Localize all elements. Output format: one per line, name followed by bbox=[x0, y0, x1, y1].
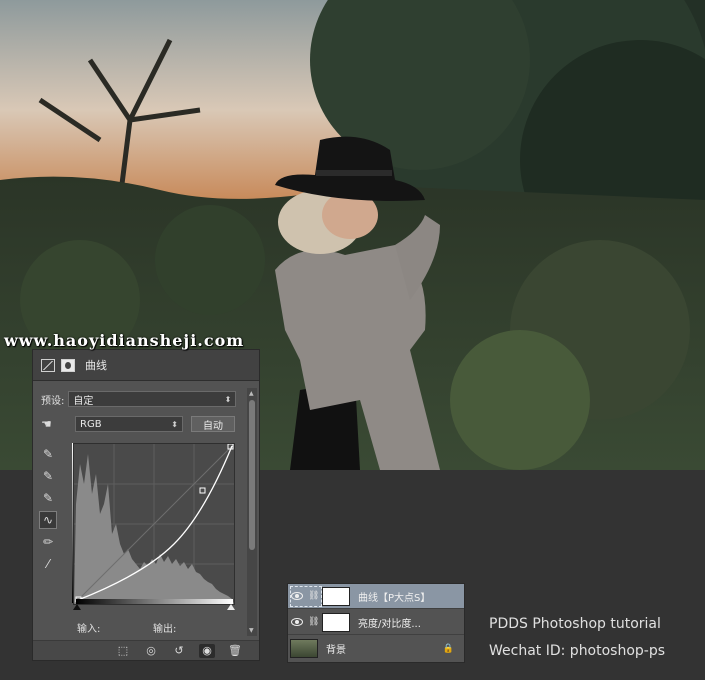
preset-row: 预设: 自定 ⬍ bbox=[41, 391, 237, 407]
visibility-icon[interactable]: ◉ bbox=[199, 643, 215, 658]
select-arrows-icon: ⬍ bbox=[224, 394, 232, 404]
auto-button[interactable]: 自动 bbox=[191, 416, 235, 432]
background-thumbnail[interactable] bbox=[290, 639, 318, 658]
layer-mask-icon[interactable] bbox=[61, 358, 75, 372]
scroll-thumb[interactable] bbox=[249, 400, 255, 550]
layer-row-brightness[interactable]: ⛓ 亮度/对比度... bbox=[288, 610, 464, 635]
preset-value: 自定 bbox=[73, 395, 94, 407]
white-point-slider[interactable] bbox=[227, 604, 235, 610]
curves-properties-panel: 曲线 预设: 自定 ⬍ ☚ RGB ⬍ 自动 ✎ ✎ ✎ ∿ ✏ ⁄ 输入: 输… bbox=[32, 349, 260, 661]
lock-icon[interactable]: 🔒 bbox=[443, 644, 454, 654]
black-point-slider[interactable] bbox=[73, 604, 81, 610]
curve-point-icon[interactable]: ∿ bbox=[39, 511, 57, 529]
layer-row-curves[interactable]: ⛓ 曲线【P大点S】 bbox=[288, 584, 464, 609]
layer-row-background[interactable]: 背景 🔒 bbox=[288, 636, 464, 661]
input-label: 输入: bbox=[77, 624, 101, 635]
channel-row: ☚ RGB ⬍ 自动 bbox=[41, 416, 235, 432]
curve-graph[interactable] bbox=[73, 443, 235, 605]
layer-name[interactable]: 曲线【P大点S】 bbox=[358, 589, 430, 604]
curves-adjustment-icon[interactable] bbox=[41, 358, 55, 372]
curve-graph-svg bbox=[73, 443, 235, 605]
scroll-down-icon[interactable]: ▼ bbox=[249, 627, 254, 634]
credit-line-1: PDDS Photoshop tutorial bbox=[489, 616, 661, 632]
layer-mask-thumbnail[interactable] bbox=[322, 586, 350, 606]
clip-to-layer-icon[interactable]: ⬚ bbox=[115, 644, 131, 658]
select-arrows-icon: ⬍ bbox=[171, 419, 178, 429]
delete-icon[interactable]: 🗑 bbox=[227, 644, 243, 658]
white-eyedropper-icon[interactable]: ✎ bbox=[39, 489, 57, 507]
layer-name[interactable]: 亮度/对比度... bbox=[358, 615, 421, 630]
panel-header: 曲线 bbox=[33, 350, 259, 381]
eye-icon[interactable] bbox=[288, 618, 306, 626]
preset-label: 预设: bbox=[41, 395, 65, 407]
channel-value: RGB bbox=[80, 418, 102, 430]
input-gradient-bar bbox=[76, 599, 233, 604]
panel-footer: ⬚ ◎ ↺ ◉ 🗑 bbox=[33, 640, 259, 660]
panel-title: 曲线 bbox=[85, 359, 107, 372]
black-eyedropper-icon[interactable]: ✎ bbox=[39, 445, 57, 463]
layer-name[interactable]: 背景 bbox=[326, 641, 346, 656]
panel-scrollbar[interactable]: ▲ ▼ bbox=[247, 388, 257, 636]
layer-mask-thumbnail[interactable] bbox=[322, 612, 350, 632]
gray-eyedropper-icon[interactable]: ✎ bbox=[39, 467, 57, 485]
chain-link-icon[interactable]: ⛓ bbox=[308, 617, 319, 627]
scroll-up-icon[interactable]: ▲ bbox=[249, 390, 254, 397]
output-label: 输出: bbox=[153, 624, 177, 635]
pencil-icon[interactable]: ✏ bbox=[39, 533, 57, 551]
preset-select[interactable]: 自定 ⬍ bbox=[68, 391, 237, 407]
target-adjust-icon[interactable]: ☚ bbox=[41, 417, 59, 431]
curves-tools: ✎ ✎ ✎ ∿ ✏ ⁄ bbox=[39, 445, 57, 577]
layers-panel: ⛓ 曲线【P大点S】 ⛓ 亮度/对比度... 背景 🔒 bbox=[287, 583, 465, 663]
site-watermark: www.haoyidiansheji.com bbox=[4, 331, 245, 350]
smooth-icon[interactable]: ⁄ bbox=[39, 555, 57, 573]
credit-line-2: Wechat ID: photoshop-ps bbox=[489, 643, 666, 659]
view-previous-icon[interactable]: ◎ bbox=[143, 644, 159, 658]
reset-icon[interactable]: ↺ bbox=[171, 644, 187, 658]
channel-select[interactable]: RGB ⬍ bbox=[75, 416, 183, 432]
